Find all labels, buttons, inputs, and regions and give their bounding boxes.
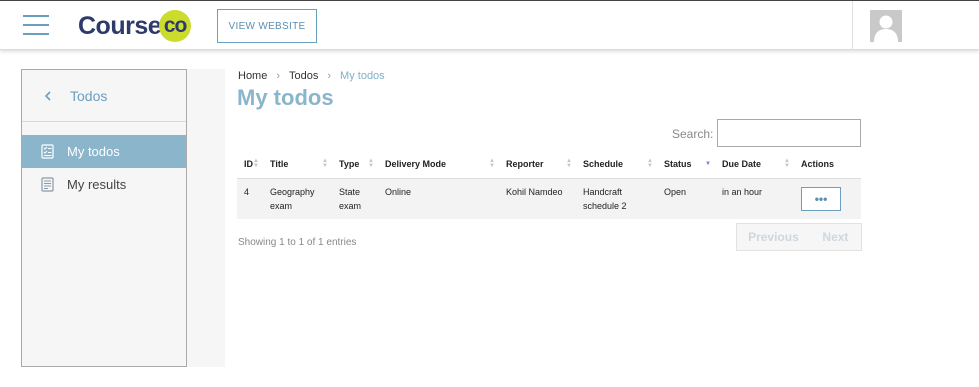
pagination: Previous Next: [736, 223, 862, 251]
sort-icon: ▲ ▼: [253, 158, 259, 169]
previous-page-button[interactable]: Previous: [737, 224, 810, 250]
breadcrumb-separator-icon: ›: [327, 70, 332, 82]
cell-delivery-mode: Online: [378, 178, 499, 219]
sort-icon: ▲ ▼: [647, 158, 653, 169]
column-header-title[interactable]: Title ▲ ▼: [263, 150, 332, 179]
todos-table: ID ▲ ▼ Title ▲ ▼ Type ▲ ▼ Delivery Mode ▲ ▼ Repo…: [237, 150, 861, 219]
sidebar-item-label: My results: [67, 177, 127, 192]
breadcrumb-separator-icon: ›: [276, 70, 281, 82]
cell-id: 4: [237, 178, 263, 219]
table-row: 4 Geography exam State exam Online Kohil…: [237, 178, 861, 219]
sort-icon: ▲ ▼: [368, 158, 374, 169]
hamburger-menu-icon[interactable]: [23, 15, 49, 35]
cell-type: State exam: [332, 178, 378, 219]
sort-icon: ▲ ▼: [489, 158, 495, 169]
content-gutter: [187, 69, 225, 367]
column-header-due-date[interactable]: Due Date ▲ ▼: [715, 150, 794, 179]
sort-icon: ▲ ▼: [322, 158, 328, 169]
cell-due-date: in an hour: [715, 178, 794, 219]
entries-info: Showing 1 to 1 of 1 entries: [238, 237, 357, 248]
breadcrumb-todos[interactable]: Todos: [289, 70, 318, 82]
sort-icon: ▲ ▼: [784, 158, 790, 169]
column-header-id[interactable]: ID ▲ ▼: [237, 150, 263, 179]
table-header-row: ID ▲ ▼ Title ▲ ▼ Type ▲ ▼ Delivery Mode ▲ ▼ Repo…: [237, 150, 861, 179]
row-actions-button[interactable]: •••: [801, 186, 841, 211]
page-title: My todos: [237, 85, 334, 110]
sidebar-item-my-results[interactable]: My results: [22, 168, 186, 201]
logo-circle: co: [159, 10, 192, 42]
sort-icon: ▲ ▼: [566, 158, 572, 169]
results-icon: [41, 177, 67, 192]
cell-reporter: Kohil Namdeo: [499, 178, 576, 219]
sidebar-back-link[interactable]: Todos: [22, 70, 186, 122]
column-header-type[interactable]: Type ▲ ▼: [332, 150, 378, 179]
header-divider: [852, 1, 853, 50]
breadcrumb: Home › Todos › My todos: [238, 70, 385, 82]
search-label: Search:: [672, 127, 714, 141]
cell-actions: •••: [794, 178, 861, 219]
chevron-left-icon: [44, 88, 70, 104]
cell-title: Geography exam: [263, 178, 332, 219]
column-header-schedule[interactable]: Schedule ▲ ▼: [576, 150, 657, 179]
top-header: Course co VIEW WEBSITE: [0, 0, 979, 50]
column-header-reporter[interactable]: Reporter ▲ ▼: [499, 150, 576, 179]
next-page-button[interactable]: Next: [810, 224, 861, 250]
view-website-button[interactable]: VIEW WEBSITE: [217, 9, 317, 43]
breadcrumb-home[interactable]: Home: [238, 70, 267, 82]
user-avatar-icon[interactable]: [870, 10, 902, 42]
breadcrumb-current: My todos: [340, 70, 385, 82]
sidebar-item-label: My todos: [67, 144, 120, 159]
column-header-status[interactable]: Status ▼: [657, 150, 715, 179]
column-header-delivery-mode[interactable]: Delivery Mode ▲ ▼: [378, 150, 499, 179]
course-co-logo[interactable]: Course co: [78, 9, 192, 43]
column-header-actions: Actions: [794, 150, 861, 179]
sort-desc-icon: ▼: [705, 161, 711, 167]
cell-status: Open: [657, 178, 715, 219]
search-input[interactable]: [717, 119, 861, 147]
sidebar: Todos My todos My results: [21, 69, 187, 367]
todo-list-icon: [41, 144, 67, 159]
sidebar-item-my-todos[interactable]: My todos: [22, 135, 186, 168]
logo-text: Course: [78, 11, 162, 40]
sidebar-back-label: Todos: [70, 87, 108, 104]
cell-schedule: Handcraft schedule 2: [576, 178, 657, 219]
